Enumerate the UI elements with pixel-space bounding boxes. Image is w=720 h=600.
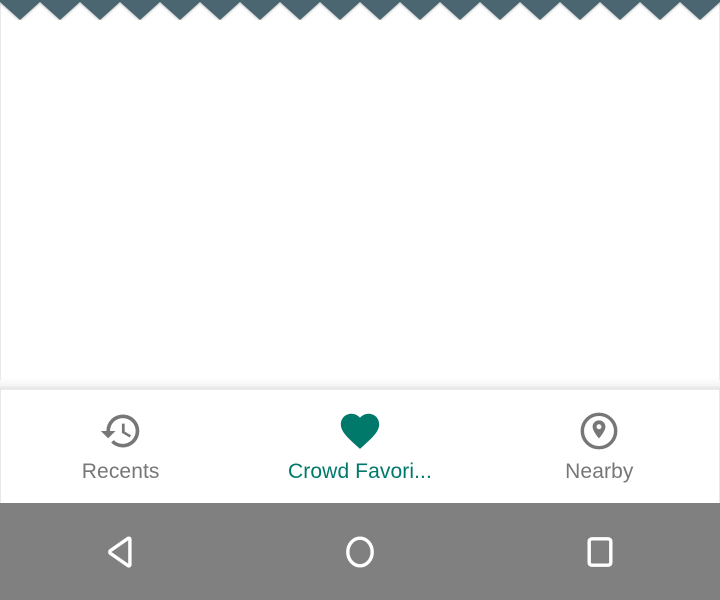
android-system-navigation-bar: [0, 503, 720, 600]
nav-tab-recents-label: Recents: [81, 459, 160, 483]
nav-tab-crowd-favorites[interactable]: Crowd Favori...: [240, 390, 479, 503]
system-overview-button[interactable]: [480, 503, 720, 600]
system-home-button[interactable]: [240, 503, 480, 600]
zigzag-torn-edge-icon: [0, 0, 720, 20]
system-back-button[interactable]: [0, 503, 240, 600]
back-triangle-icon: [96, 528, 144, 576]
location-pin-circle-icon: [577, 410, 621, 452]
nav-tab-recents[interactable]: Recents: [1, 390, 240, 503]
nav-tab-crowd-favorites-label: Crowd Favori...: [288, 459, 432, 483]
home-circle-icon: [336, 528, 384, 576]
empty-content-placeholder: [1, 0, 719, 380]
heart-filled-icon: [337, 410, 383, 452]
overview-square-icon: [576, 528, 624, 576]
bottom-nav-divider: [0, 378, 720, 390]
content-area: [0, 0, 720, 380]
nav-tab-nearby-label: Nearby: [565, 459, 634, 483]
app-screen: Recents Crowd Favori... Nearby: [0, 0, 720, 600]
nav-tab-nearby[interactable]: Nearby: [480, 390, 719, 503]
bottom-navigation-bar: Recents Crowd Favori... Nearby: [0, 390, 720, 503]
history-clock-icon: [99, 410, 143, 452]
